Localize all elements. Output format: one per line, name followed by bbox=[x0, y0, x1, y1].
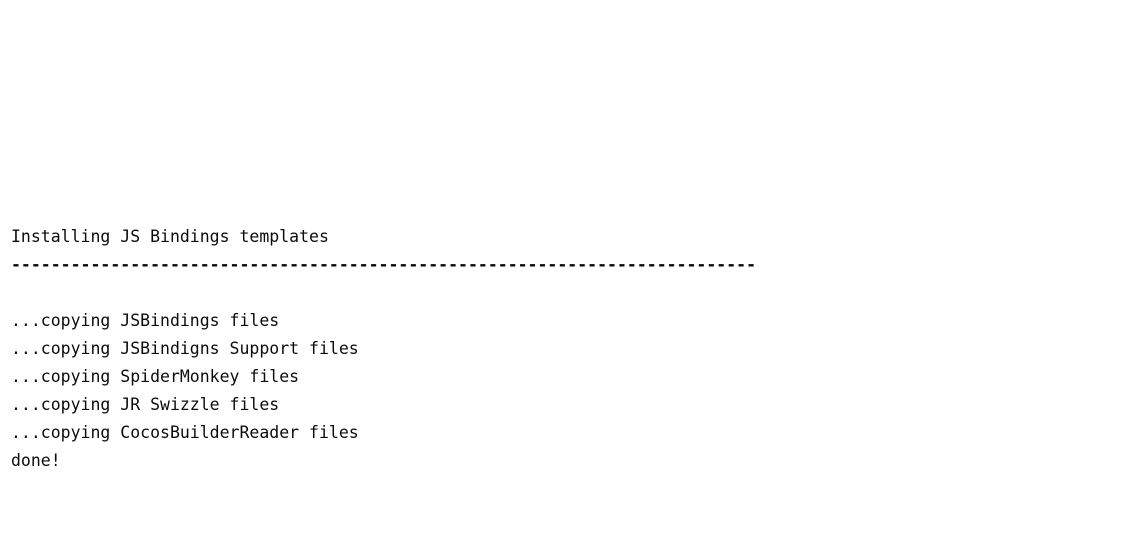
terminal-line-step-3: ...copying SpiderMonkey files bbox=[11, 367, 300, 386]
terminal-line-blank-2 bbox=[0, 195, 1136, 223]
terminal-line-step-1: ...copying JSBindings files bbox=[11, 311, 280, 330]
terminal-output-pane[interactable]: Installing JS Bindings templates --------… bbox=[0, 0, 1136, 558]
terminal-line-step-5: ...copying CocosBuilderReader files bbox=[11, 423, 359, 442]
terminal-line-done-1: done! bbox=[11, 451, 61, 470]
terminal-line-rule-1: ----------------------------------------… bbox=[11, 255, 757, 274]
terminal-line-list: Installing JS Bindings templates --------… bbox=[0, 167, 1136, 558]
terminal-line-blank-5 bbox=[0, 503, 1136, 531]
terminal-line-blank-1 bbox=[0, 167, 1136, 195]
terminal-line-blank-3 bbox=[0, 279, 1136, 307]
terminal-top-padding bbox=[0, 56, 1136, 111]
terminal-line-header-1: Installing JS Bindings templates bbox=[11, 227, 329, 246]
terminal-line-blank-4 bbox=[0, 475, 1136, 503]
terminal-line-blank-6 bbox=[0, 531, 1136, 558]
terminal-line-step-4: ...copying JR Swizzle files bbox=[11, 395, 280, 414]
terminal-line-step-2: ...copying JSBindigns Support files bbox=[11, 339, 359, 358]
